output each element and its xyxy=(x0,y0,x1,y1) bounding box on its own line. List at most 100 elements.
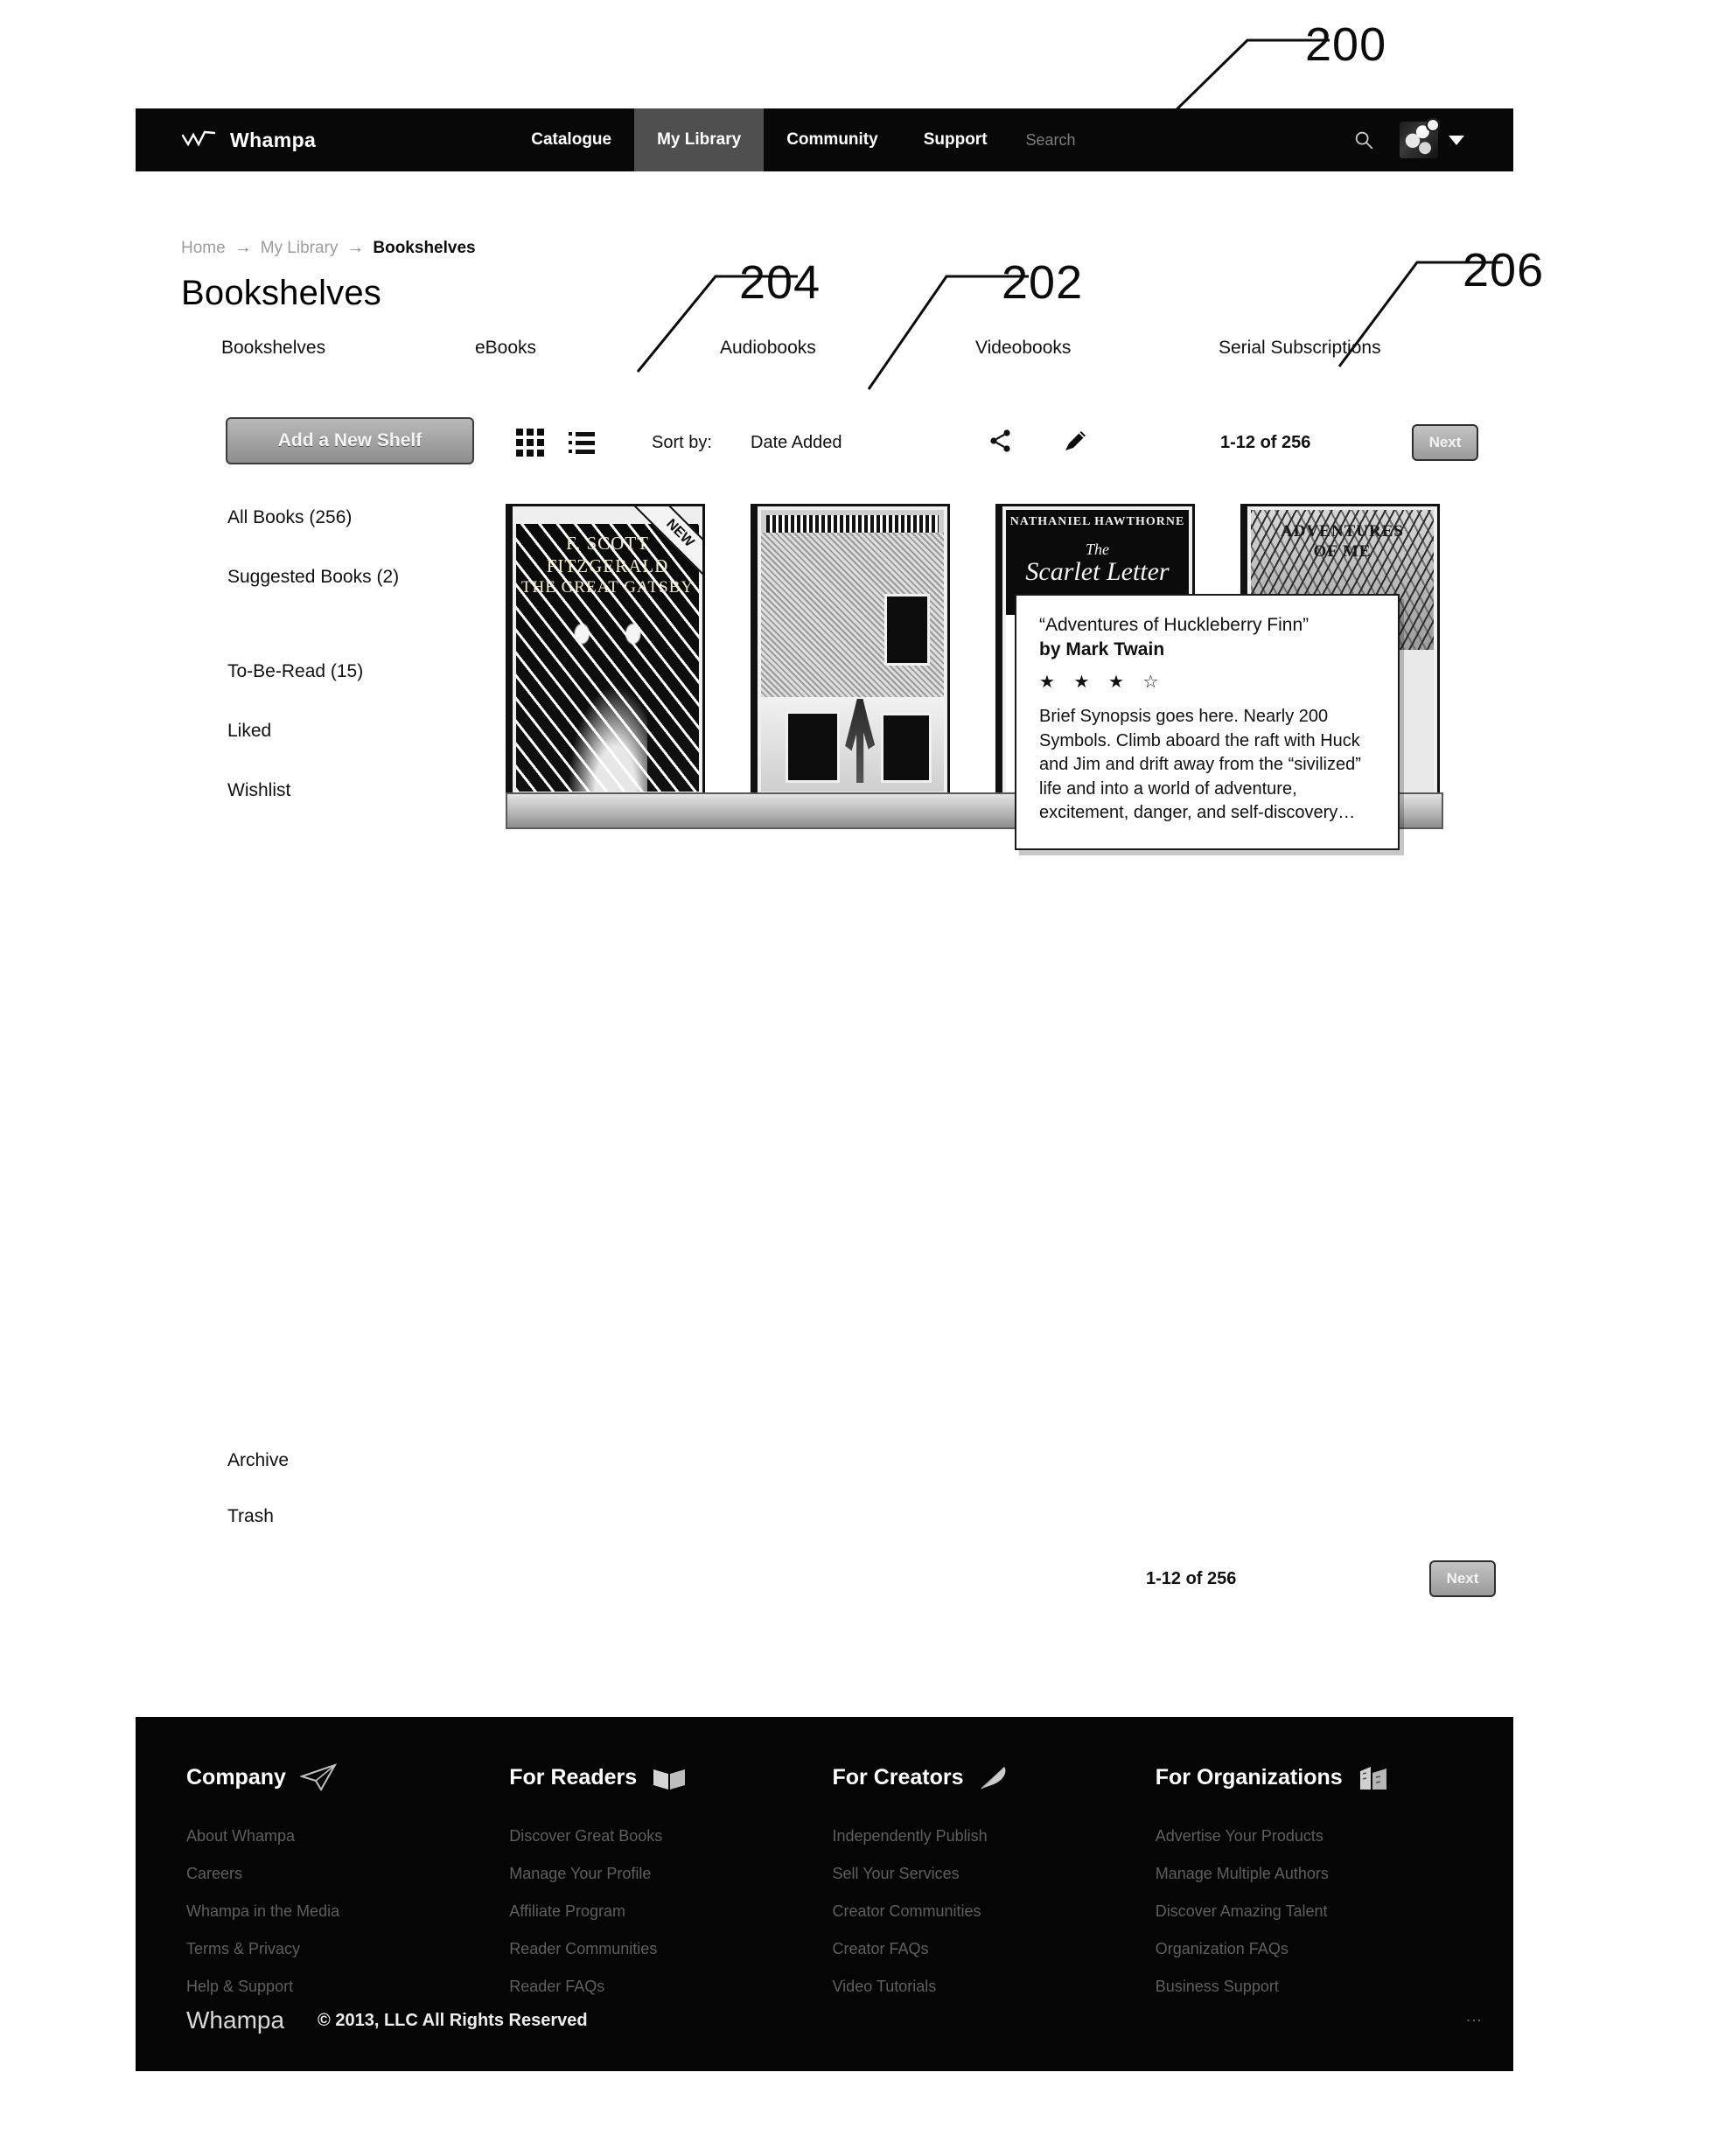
sidebar-item-liked[interactable]: Liked xyxy=(227,721,516,742)
tooltip-book-title: “Adventures of Huckleberry Finn” xyxy=(1039,615,1309,635)
footer-link[interactable]: Independently Publish xyxy=(833,1827,1156,1846)
footer-heading-for-creators: For Creators xyxy=(833,1762,1156,1792)
next-page-button[interactable]: Next xyxy=(1412,424,1478,461)
sort-by-label-wrap: Sort by: xyxy=(652,420,712,465)
cover-window-decor xyxy=(884,594,930,666)
whampa-logo-icon xyxy=(181,130,218,150)
search-input[interactable] xyxy=(1025,130,1236,150)
rating-stars: ★ ★ ★ ☆ xyxy=(1039,673,1166,692)
footer-link[interactable]: Whampa in the Media xyxy=(186,1902,509,1921)
book-card-great-gatsby[interactable]: F. SCOTT FITZGERALD THE GREAT GATSBY NEW xyxy=(506,504,705,798)
footer-heading-text: Company xyxy=(186,1764,286,1790)
footer-link[interactable]: Sell Your Services xyxy=(833,1865,1156,1883)
sidebar-item-suggested-books[interactable]: Suggested Books (2) xyxy=(227,567,516,588)
grid-view-button[interactable] xyxy=(516,420,544,465)
sidebar-item-trash[interactable]: Trash xyxy=(227,1506,289,1527)
callout-number-206: 206 xyxy=(1463,244,1545,297)
cover-window-decor xyxy=(786,711,840,783)
bottom-pagination: 1-12 of 256 Next xyxy=(1146,1557,1496,1601)
book-card-2[interactable] xyxy=(751,504,950,798)
cover-band-decor xyxy=(766,515,939,533)
sidebar-item-all-books[interactable]: All Books (256) xyxy=(227,507,516,528)
nav-link-support[interactable]: Support xyxy=(901,108,1010,171)
result-count-wrap: 1-12 of 256 xyxy=(1220,420,1310,465)
avatar[interactable] xyxy=(1400,118,1440,158)
footer-link[interactable]: Discover Great Books xyxy=(509,1827,832,1846)
footer-link[interactable]: Reader Communities xyxy=(509,1940,832,1958)
footer-link[interactable]: Organization FAQs xyxy=(1156,1940,1478,1958)
breadcrumb-home[interactable]: Home xyxy=(181,239,226,258)
footer-decor-dots: ⋮ xyxy=(1465,2013,1483,2028)
footer-link[interactable]: Reader FAQs xyxy=(509,1978,832,1996)
footer-column-for-creators: For Creators Independently Publish Sell … xyxy=(833,1762,1156,2015)
callout-number-204: 204 xyxy=(739,256,821,309)
footer-link[interactable]: Affiliate Program xyxy=(509,1902,832,1921)
nav-link-my-library[interactable]: My Library xyxy=(634,108,765,171)
add-new-shelf-button[interactable]: Add a New Shelf xyxy=(226,417,474,464)
footer-link[interactable]: Advertise Your Products xyxy=(1156,1827,1478,1846)
patent-figure-page: 200 204 202 206 Whampa Catalogue My Libr… xyxy=(0,0,1725,2156)
footer-link[interactable]: About Whampa xyxy=(186,1827,509,1846)
footer-link[interactable]: Manage Multiple Authors xyxy=(1156,1865,1478,1883)
nav-link-community[interactable]: Community xyxy=(764,108,901,171)
book-preview-tooltip: “Adventures of Huckleberry Finn” by Mark… xyxy=(1015,594,1400,850)
list-view-icon xyxy=(569,431,595,454)
footer-column-for-readers: For Readers Discover Great Books Manage … xyxy=(509,1762,832,2015)
footer-heading-for-organizations: For Organizations xyxy=(1156,1762,1478,1792)
brand-name: Whampa xyxy=(230,128,317,151)
bottom-next-page-button[interactable]: Next xyxy=(1429,1560,1496,1597)
footer-link[interactable]: Business Support xyxy=(1156,1978,1478,1996)
tab-serial-subscriptions[interactable]: Serial Subscriptions xyxy=(1219,338,1381,359)
brand-logo[interactable]: Whampa xyxy=(181,129,316,152)
primary-nav: Catalogue My Library Community Support xyxy=(508,108,1009,171)
gatsby-glow-decor xyxy=(567,684,648,792)
sidebar-item-to-be-read[interactable]: To-Be-Read (15) xyxy=(227,661,516,682)
building-icon xyxy=(1357,1762,1393,1792)
footer-link[interactable]: Creator FAQs xyxy=(833,1940,1156,1958)
sidebar-item-wishlist[interactable]: Wishlist xyxy=(227,780,516,801)
breadcrumb-my-library[interactable]: My Library xyxy=(261,239,339,258)
footer-link[interactable]: Careers xyxy=(186,1865,509,1883)
paper-plane-icon xyxy=(298,1762,338,1792)
footer-link[interactable]: Terms & Privacy xyxy=(186,1940,509,1958)
chevron-down-icon[interactable] xyxy=(1449,135,1464,145)
share-button[interactable] xyxy=(988,420,1013,465)
scarlet-title: The Scarlet Letter xyxy=(1006,541,1189,586)
tab-videobooks[interactable]: Videobooks xyxy=(975,338,1071,359)
top-navigation-bar: Whampa Catalogue My Library Community Su… xyxy=(136,108,1513,171)
footer-link[interactable]: Video Tutorials xyxy=(833,1978,1156,1996)
footer-columns: Company About Whampa Careers Whampa in t… xyxy=(186,1762,1478,2015)
sidebar-item-archive[interactable]: Archive xyxy=(227,1450,289,1471)
callout-number-200: 200 xyxy=(1305,18,1387,71)
footer-bottom-bar: Whampa © 2013, LLC All Rights Reserved ⋮ xyxy=(186,2006,1483,2034)
footer-column-for-organizations: For Organizations Advertise Your Product… xyxy=(1156,1762,1478,2015)
breadcrumb-separator-icon: → xyxy=(234,238,252,257)
footer-copyright: © 2013, LLC All Rights Reserved xyxy=(318,2010,588,2030)
account-menu[interactable] xyxy=(1400,118,1464,158)
list-view-button[interactable] xyxy=(569,420,595,465)
grid-view-icon xyxy=(516,429,544,457)
footer-heading-text: For Readers xyxy=(509,1764,638,1790)
tab-ebooks[interactable]: eBooks xyxy=(475,338,536,359)
nav-link-catalogue[interactable]: Catalogue xyxy=(508,108,634,171)
sort-by-select[interactable]: Date Added xyxy=(751,420,842,465)
footer-link[interactable]: Help & Support xyxy=(186,1978,509,1996)
shelf-secondary-list: Archive Trash xyxy=(227,1450,289,1562)
site-footer: Company About Whampa Careers Whampa in t… xyxy=(136,1717,1513,2071)
callout-number-202: 202 xyxy=(1002,256,1084,309)
footer-heading-for-readers: For Readers xyxy=(509,1762,832,1792)
tab-bookshelves[interactable]: Bookshelves xyxy=(221,338,325,359)
footer-link[interactable]: Manage Your Profile xyxy=(509,1865,832,1883)
footer-link[interactable]: Discover Amazing Talent xyxy=(1156,1902,1478,1921)
tab-audiobooks[interactable]: Audiobooks xyxy=(720,338,816,359)
share-icon xyxy=(988,429,1013,457)
cover-window-decor xyxy=(881,713,932,783)
search-icon[interactable] xyxy=(1352,129,1375,151)
footer-brand: Whampa xyxy=(186,2006,285,2034)
bottom-result-count: 1-12 of 256 xyxy=(1146,1568,1237,1588)
edit-button[interactable] xyxy=(1063,420,1087,465)
sort-by-label: Sort by: xyxy=(652,432,712,452)
pencil-icon xyxy=(1063,429,1087,457)
huck-line2: OF ME xyxy=(1313,541,1372,561)
footer-link[interactable]: Creator Communities xyxy=(833,1902,1156,1921)
